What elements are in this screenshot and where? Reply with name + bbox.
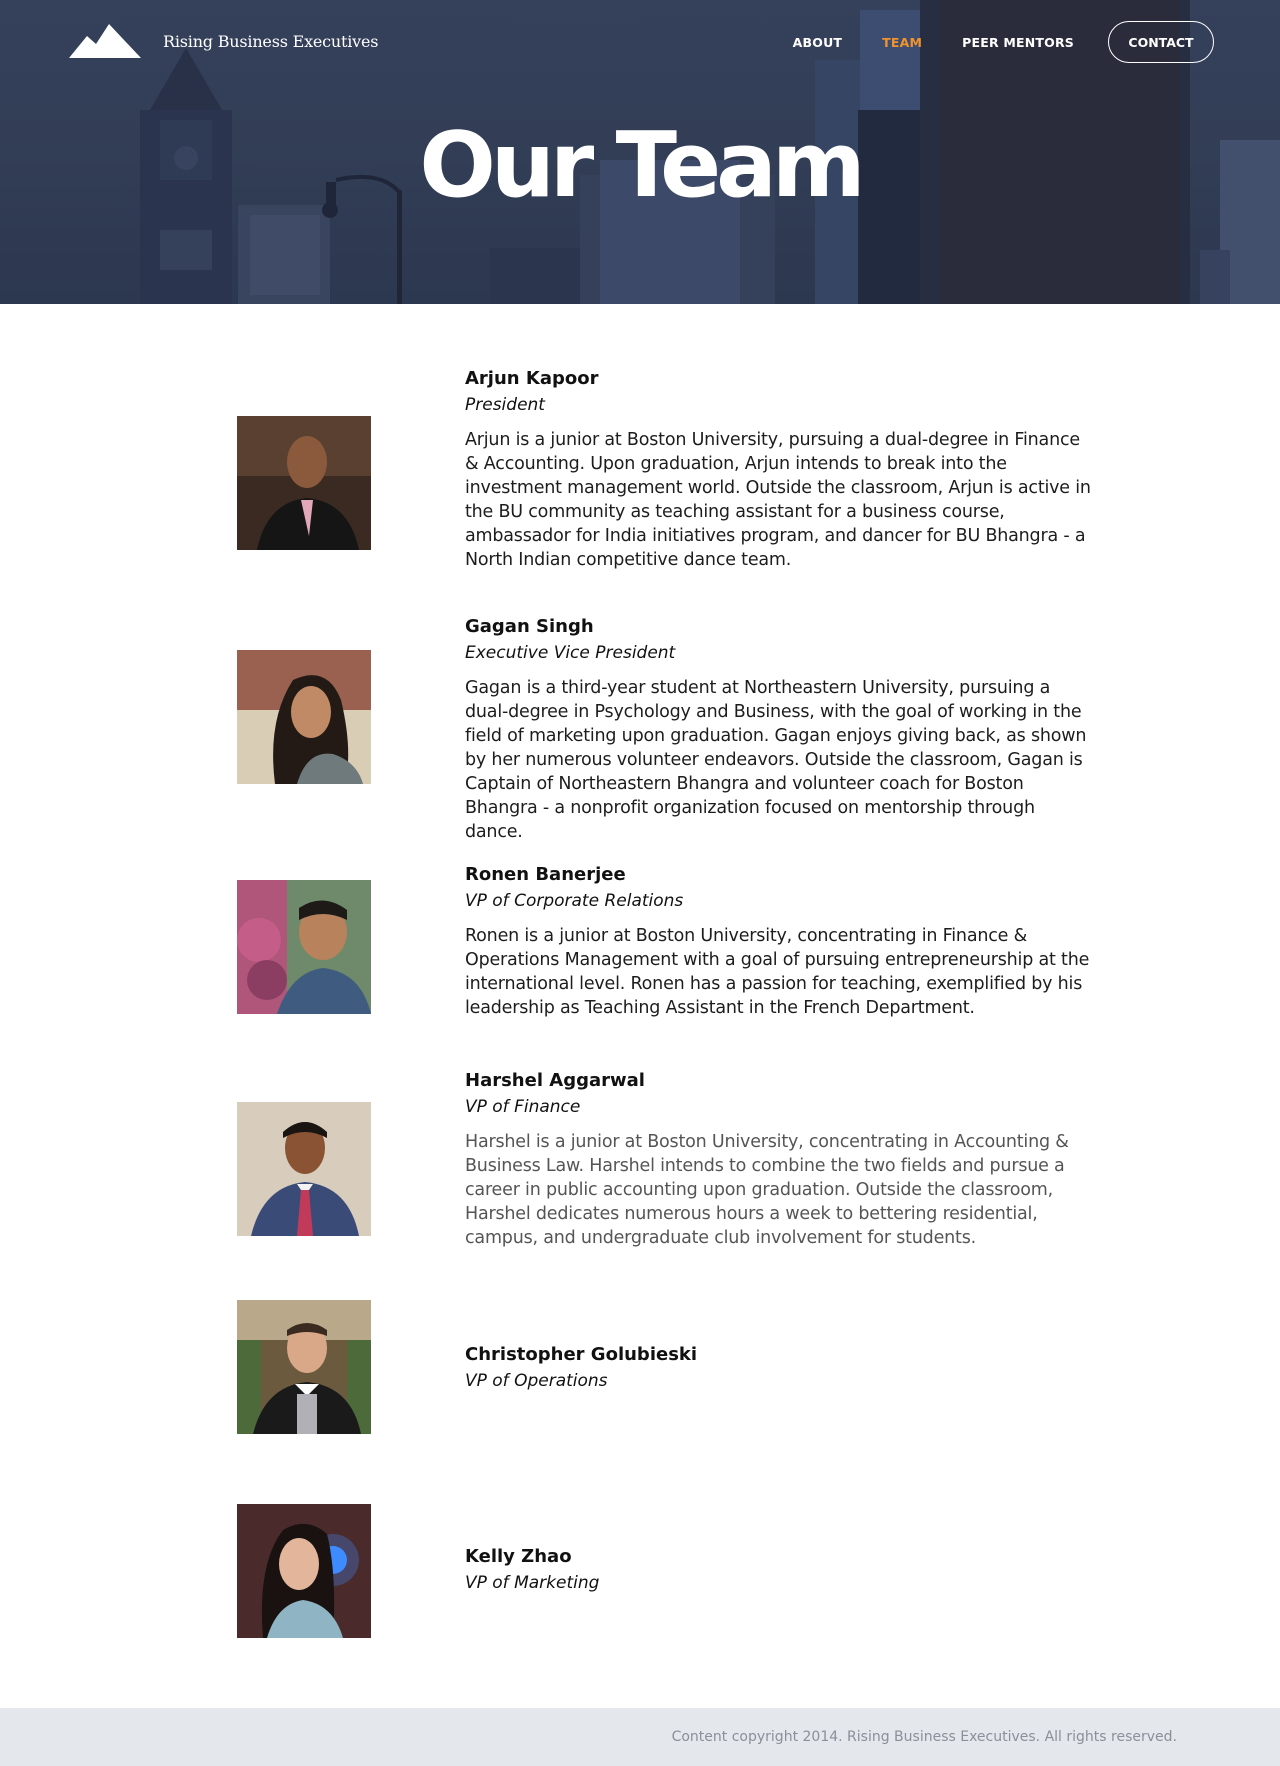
member-name: Christopher Golubieski: [465, 1344, 698, 1365]
member-info: Harshel Aggarwal VP of Finance Harshel i…: [465, 1068, 1097, 1250]
brand-name: Rising Business Executives: [163, 31, 379, 51]
team-list: Arjun Kapoor President Arjun is a junior…: [0, 304, 1280, 1708]
site-logo[interactable]: Rising Business Executives: [69, 22, 379, 60]
page-title: Our Team: [419, 113, 865, 218]
member-photo: [237, 416, 371, 550]
nav-item-peer-mentors[interactable]: PEER MENTORS: [962, 35, 1074, 50]
member-bio: Arjun is a junior at Boston University, …: [465, 430, 1091, 570]
member-bio: Ronen is a junior at Boston University, …: [465, 926, 1090, 1018]
member-info: Gagan Singh Executive Vice President Gag…: [465, 614, 1097, 844]
member-info: Arjun Kapoor President Arjun is a junior…: [465, 366, 1097, 572]
contact-button[interactable]: CONTACT: [1108, 21, 1214, 63]
site-footer: Content copyright 2014. Rising Business …: [0, 1708, 1280, 1766]
member-photo: [237, 1504, 371, 1638]
nav-item-team[interactable]: TEAM: [882, 35, 922, 50]
member-role: VP of Corporate Relations: [465, 891, 684, 911]
member-photo: [237, 650, 371, 784]
member-name: Kelly Zhao: [465, 1546, 572, 1567]
member-role: President: [465, 395, 545, 415]
member-name: Gagan Singh: [465, 616, 594, 637]
member-photo: [237, 880, 371, 1014]
mountain-logo-icon: [69, 24, 141, 58]
copyright-text: Content copyright 2014. Rising Business …: [671, 1729, 1177, 1745]
main-nav: ABOUT TEAM PEER MENTORS CONTACT: [753, 21, 1214, 63]
member-photo: [237, 1300, 371, 1434]
member-role: VP of Operations: [465, 1371, 608, 1391]
member-role: VP of Finance: [465, 1097, 581, 1117]
member-role: VP of Marketing: [465, 1573, 600, 1593]
member-photo: [237, 1102, 371, 1236]
member-name: Harshel Aggarwal: [465, 1070, 645, 1091]
member-info: Kelly Zhao VP of Marketing: [465, 1544, 1097, 1596]
member-info: Christopher Golubieski VP of Operations: [465, 1342, 1097, 1394]
hero-banner: Rising Business Executives ABOUT TEAM PE…: [0, 0, 1280, 304]
member-bio: Gagan is a third-year student at Northea…: [465, 678, 1087, 842]
member-info: Ronen Banerjee VP of Corporate Relations…: [465, 862, 1097, 1020]
member-role: Executive Vice President: [465, 643, 676, 663]
member-bio: Harshel is a junior at Boston University…: [465, 1132, 1069, 1248]
member-name: Arjun Kapoor: [465, 368, 599, 389]
member-name: Ronen Banerjee: [465, 864, 626, 885]
nav-item-about[interactable]: ABOUT: [793, 35, 843, 50]
